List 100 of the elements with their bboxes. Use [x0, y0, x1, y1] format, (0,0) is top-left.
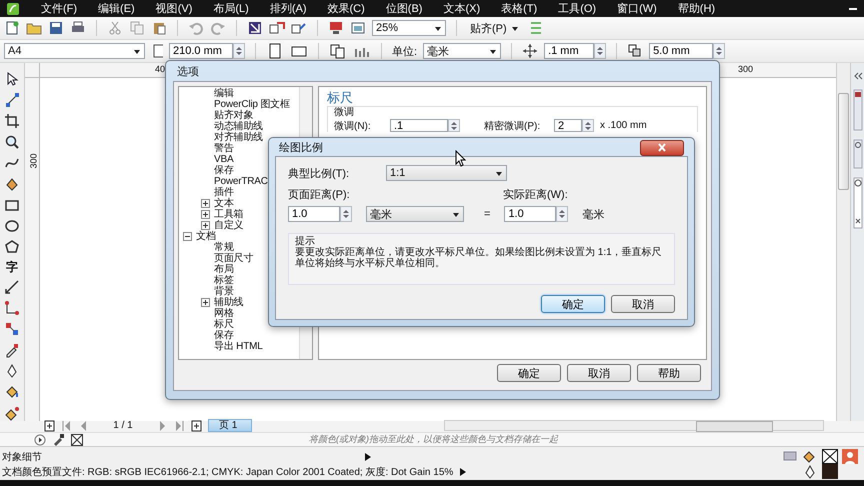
horizontal-scrollbar[interactable] [444, 420, 824, 431]
ellipse-icon[interactable] [4, 218, 20, 234]
expand-icon[interactable] [201, 221, 210, 230]
dialog-button[interactable]: 取消 [611, 295, 675, 313]
blend-icon[interactable] [4, 321, 20, 337]
play-icon[interactable] [34, 434, 46, 446]
add-page-icon[interactable] [191, 420, 202, 432]
nudge-field[interactable]: .1 mm [544, 43, 594, 59]
expand-arrow-icon[interactable] [459, 466, 468, 476]
duplicate-distance-field[interactable]: 5.0 mm [649, 43, 714, 59]
tree-item[interactable]: 导出 HTML [214, 341, 263, 352]
tree-item[interactable]: 贴齐对象 [214, 110, 254, 121]
user-icon[interactable] [842, 449, 858, 464]
tree-item[interactable]: PowerTRAC [214, 176, 268, 187]
spin-button[interactable] [448, 119, 460, 132]
connector-icon[interactable] [4, 300, 20, 316]
page-width-field[interactable]: 210.0 mm [169, 43, 233, 59]
tree-item[interactable]: 标签 [214, 275, 234, 286]
nudge-setting-field[interactable]: 2 [554, 119, 582, 132]
vertical-scrollbar[interactable] [836, 63, 850, 421]
spin-button[interactable] [556, 206, 568, 222]
spin-button[interactable] [582, 119, 594, 132]
spin-button[interactable] [594, 43, 606, 59]
dialog-button[interactable]: 取消 [567, 364, 631, 382]
tree-item[interactable]: 保存 [214, 165, 234, 176]
menu-item[interactable]: 编辑(E) [98, 1, 135, 16]
eyedropper-icon[interactable] [4, 342, 20, 358]
window-icon[interactable] [350, 20, 366, 36]
expand-icon[interactable] [201, 199, 210, 208]
tree-item[interactable]: 动态辅助线 [214, 121, 264, 132]
no-color-swatch-icon[interactable] [71, 434, 83, 446]
tree-item[interactable]: 页面尺寸 [214, 253, 254, 264]
monitor-icon[interactable] [328, 20, 344, 36]
menu-item[interactable]: 位图(B) [386, 1, 422, 16]
menu-item[interactable]: 排列(A) [270, 1, 307, 16]
docker-tab-icon[interactable] [852, 89, 862, 131]
tree-item[interactable]: 保存 [214, 330, 234, 341]
tree-item[interactable]: 网格 [214, 308, 234, 319]
tree-item[interactable]: PowerClip 图文框 [214, 99, 290, 110]
eyedropper-icon[interactable] [52, 433, 65, 446]
docker-tab-icon[interactable] [852, 177, 862, 229]
polygon-icon[interactable] [4, 239, 20, 255]
menu-item[interactable]: 布局(L) [213, 1, 249, 16]
tree-item[interactable]: 工具箱 [214, 209, 244, 220]
tree-item[interactable]: 文档 [196, 231, 216, 242]
world-distance-field[interactable]: 1.0 [504, 206, 556, 222]
page-size-dropdown[interactable]: A4 [4, 43, 145, 59]
snap-dropdown[interactable]: 贴齐(P) [467, 20, 522, 36]
page-tab[interactable]: 页 1 [208, 419, 252, 432]
text-tool[interactable]: 字 [6, 260, 18, 274]
export-icon[interactable] [269, 20, 285, 36]
tree-item[interactable]: 文本 [214, 198, 234, 209]
expand-icon[interactable] [201, 210, 210, 219]
spin-button[interactable] [233, 43, 245, 59]
spin-button[interactable] [340, 206, 352, 222]
import-icon[interactable] [247, 20, 263, 36]
shape-node-icon[interactable] [4, 92, 20, 108]
paste-icon[interactable] [151, 20, 167, 36]
nudge-setting-field[interactable]: .1 [390, 119, 448, 132]
dialog-button[interactable]: 确定 [497, 364, 561, 382]
pages-icon[interactable] [329, 43, 347, 59]
tree-item[interactable]: 布局 [214, 264, 234, 275]
save-icon[interactable] [48, 20, 64, 36]
page-distance-field[interactable]: 1.0 [288, 206, 340, 222]
expand-arrow-icon[interactable] [364, 452, 372, 462]
zoom-dropdown[interactable]: 25% [372, 20, 446, 36]
magnifier-icon[interactable] [4, 134, 20, 150]
expand-icon[interactable] [201, 298, 210, 307]
next-page-icon[interactable] [157, 420, 168, 432]
spin-button[interactable] [713, 43, 726, 59]
new-document-icon[interactable] [4, 20, 20, 36]
dimension-icon[interactable] [4, 279, 20, 295]
tree-item[interactable]: 插件 [214, 187, 234, 198]
unit-dropdown[interactable]: 毫米 [423, 43, 502, 59]
unit-dropdown[interactable]: 毫米 [366, 206, 464, 222]
move-arrows-icon[interactable] [522, 43, 538, 59]
dialog-button[interactable]: 确定 [541, 295, 605, 313]
smart-fill-icon[interactable] [4, 176, 20, 192]
menu-item[interactable]: 视图(V) [156, 1, 192, 16]
menu-item[interactable]: 表格(T) [501, 1, 538, 16]
add-page-icon[interactable] [44, 420, 55, 432]
menu-item[interactable]: 窗口(W) [617, 1, 657, 16]
menu-item[interactable]: 帮助(H) [678, 1, 716, 16]
close-button[interactable] [640, 140, 684, 156]
tree-item[interactable]: 辅助线 [214, 297, 244, 308]
tree-item[interactable]: 背景 [214, 286, 234, 297]
tree-item[interactable]: 编辑 [214, 88, 234, 99]
cut-icon[interactable] [107, 20, 123, 36]
menu-item[interactable]: 效果(C) [328, 1, 365, 16]
tree-item[interactable]: 对齐辅助线 [214, 132, 264, 143]
scale-dropdown[interactable]: 1:1 [386, 165, 507, 181]
collapse-icon[interactable] [183, 232, 192, 241]
interactive-fill-icon[interactable] [4, 405, 20, 421]
docker-tab-icon[interactable] [852, 139, 862, 169]
tree-item[interactable]: VBA [214, 154, 234, 165]
page-width-icon[interactable] [151, 43, 163, 59]
menu-item[interactable]: 文件(F) [41, 1, 78, 16]
tree-item[interactable]: 标尺 [214, 319, 234, 330]
tree-item[interactable]: 自定义 [214, 220, 244, 231]
collapse-panel-icon[interactable] [852, 71, 862, 81]
